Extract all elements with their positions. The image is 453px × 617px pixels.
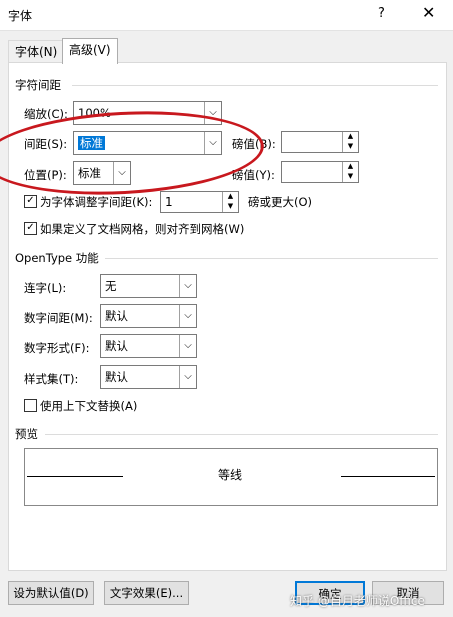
preview-text: 等线 [218,468,243,482]
tab-advanced[interactable]: 高级(V) [62,38,118,64]
num-forms-select[interactable]: 默认 ⌵ [100,334,197,358]
watermark: 知乎 @自月老师说Office [290,594,425,608]
section-title-preview: 预览 [15,427,38,441]
divider [105,258,438,259]
num-spacing-value: 默认 [105,309,128,323]
num-spacing-select[interactable]: 默认 ⌵ [100,304,197,328]
num-forms-value: 默认 [105,339,128,353]
kerning-checkbox[interactable]: ✓ [24,195,37,208]
spin-down-icon[interactable]: ▼ [343,142,358,152]
title-bar: 字体 ? ✕ [0,0,453,31]
spin-up-icon[interactable]: ▲ [343,162,358,172]
num-spacing-label: 数字间距(M): [24,311,93,325]
help-icon[interactable]: ? [378,6,385,21]
measure1-input[interactable]: ▲ ▼ [281,131,359,153]
measure2-spinner[interactable]: ▲ ▼ [342,162,358,182]
stylistic-value: 默认 [105,370,128,384]
chevron-down-icon: ⌵ [179,335,196,357]
num-forms-label: 数字形式(F): [24,341,90,355]
contextual-label: 使用上下文替换(A) [40,399,138,413]
set-default-button[interactable]: 设为默认值(D) [8,581,94,605]
spin-up-icon[interactable]: ▲ [223,192,238,202]
preview-box: 等线 [24,448,438,506]
measure1-spinner[interactable]: ▲ ▼ [342,132,358,152]
tab-font[interactable]: 字体(N) [8,40,65,63]
contextual-checkbox[interactable] [24,399,37,412]
section-title-opentype: OpenType 功能 [15,251,99,265]
measure2-input[interactable]: ▲ ▼ [281,161,359,183]
chevron-down-icon: ⌵ [179,275,196,297]
spin-up-icon[interactable]: ▲ [343,132,358,142]
window-title: 字体 [8,9,33,23]
close-icon[interactable]: ✕ [422,3,435,22]
chevron-down-icon: ⌵ [179,366,196,388]
preview-baseline-left [27,476,123,477]
grid-label: 如果定义了文档网格，则对齐到网格(W) [40,222,245,236]
stylistic-select[interactable]: 默认 ⌵ [100,365,197,389]
grid-checkbox[interactable]: ✓ [24,222,37,235]
ligatures-select[interactable]: 无 ⌵ [100,274,197,298]
spin-down-icon[interactable]: ▼ [223,202,238,212]
kerning-input[interactable]: 1 ▲ ▼ [160,191,239,213]
stylistic-label: 样式集(T): [24,372,79,386]
text-effects-button[interactable]: 文字效果(E)... [104,581,189,605]
kerning-value: 1 [165,195,173,209]
ligatures-label: 连字(L): [24,281,67,295]
spin-down-icon[interactable]: ▼ [343,172,358,182]
chevron-down-icon: ⌵ [179,305,196,327]
ligatures-value: 无 [105,279,117,293]
divider [72,85,438,86]
kerning-suffix: 磅或更大(O) [248,195,313,209]
section-title-spacing: 字符间距 [15,78,61,92]
kerning-label: 为字体调整字间距(K): [40,195,153,209]
kerning-spinner[interactable]: ▲ ▼ [222,192,238,212]
preview-baseline-right [341,476,435,477]
divider [45,434,438,435]
